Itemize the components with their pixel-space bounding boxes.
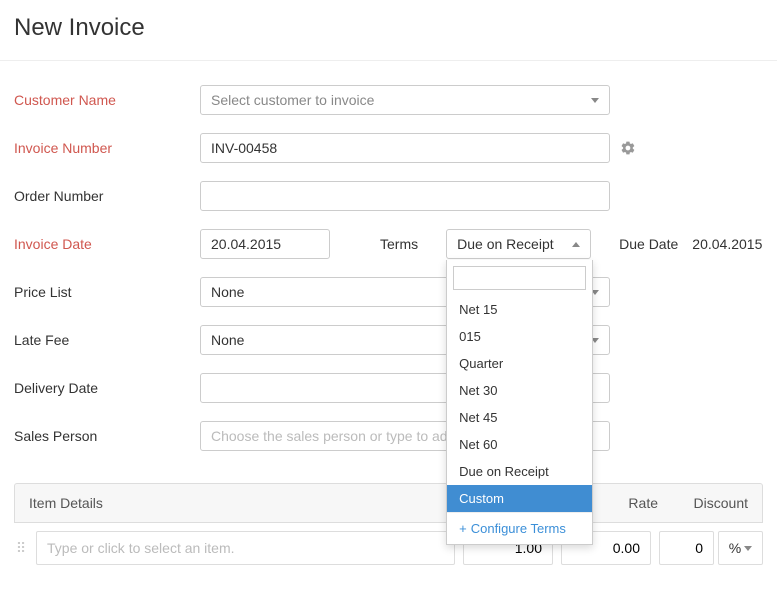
dropdown-search-wrap bbox=[447, 260, 592, 296]
drag-handle-icon[interactable]: ⠿ bbox=[14, 540, 28, 557]
item-details-input[interactable] bbox=[36, 531, 455, 565]
invoice-number-input[interactable] bbox=[200, 133, 610, 163]
terms-option[interactable]: Net 45 bbox=[447, 404, 592, 431]
sales-person-label: Sales Person bbox=[14, 428, 200, 444]
invoice-date-input[interactable] bbox=[200, 229, 330, 259]
chevron-down-icon bbox=[591, 98, 599, 103]
invoice-number-label: Invoice Number bbox=[14, 140, 200, 156]
terms-option[interactable]: Quarter bbox=[447, 350, 592, 377]
invoice-form: Customer Name Select customer to invoice… bbox=[0, 61, 777, 483]
page-title: New Invoice bbox=[0, 0, 777, 60]
header-discount: Discount bbox=[658, 495, 748, 511]
delivery-date-label: Delivery Date bbox=[14, 380, 200, 396]
terms-dropdown: Net 15015QuarterNet 30Net 45Net 60Due on… bbox=[446, 260, 593, 545]
item-table-header: Item Details Rate Discount bbox=[14, 483, 763, 523]
configure-terms-label: Configure Terms bbox=[471, 521, 566, 536]
customer-name-label: Customer Name bbox=[14, 92, 200, 108]
dropdown-search-input[interactable] bbox=[453, 266, 586, 290]
terms-option[interactable]: Custom bbox=[447, 485, 592, 512]
chevron-down-icon bbox=[744, 546, 752, 551]
line-items-section: Item Details Rate Discount ⠿ % bbox=[0, 483, 777, 573]
line-item-row: ⠿ % bbox=[14, 523, 763, 573]
configure-terms-link[interactable]: + Configure Terms bbox=[447, 512, 592, 544]
terms-label: Terms bbox=[380, 236, 418, 252]
order-number-label: Order Number bbox=[14, 188, 200, 204]
terms-selected-value: Due on Receipt bbox=[457, 236, 554, 252]
terms-option[interactable]: Net 60 bbox=[447, 431, 592, 458]
customer-select-placeholder: Select customer to invoice bbox=[211, 92, 374, 108]
late-fee-label: Late Fee bbox=[14, 332, 200, 348]
discount-unit-select[interactable]: % bbox=[718, 531, 763, 565]
customer-select[interactable]: Select customer to invoice bbox=[200, 85, 610, 115]
plus-icon: + bbox=[459, 521, 467, 536]
due-date-value: 20.04.2015 bbox=[692, 236, 762, 252]
terms-select[interactable]: Due on Receipt Net 15015QuarterNet 30Net… bbox=[446, 229, 591, 259]
terms-option[interactable]: Due on Receipt bbox=[447, 458, 592, 485]
chevron-up-icon bbox=[572, 242, 580, 247]
discount-unit-value: % bbox=[729, 540, 741, 556]
terms-option[interactable]: Net 30 bbox=[447, 377, 592, 404]
terms-option[interactable]: 015 bbox=[447, 323, 592, 350]
gear-icon[interactable] bbox=[620, 140, 636, 156]
terms-option[interactable]: Net 15 bbox=[447, 296, 592, 323]
due-date-label: Due Date bbox=[619, 236, 678, 252]
header-rate: Rate bbox=[588, 495, 658, 511]
price-list-label: Price List bbox=[14, 284, 200, 300]
order-number-input[interactable] bbox=[200, 181, 610, 211]
price-list-value: None bbox=[211, 284, 244, 300]
item-discount-input[interactable] bbox=[659, 531, 714, 565]
invoice-date-label: Invoice Date bbox=[14, 236, 200, 252]
late-fee-value: None bbox=[211, 332, 244, 348]
